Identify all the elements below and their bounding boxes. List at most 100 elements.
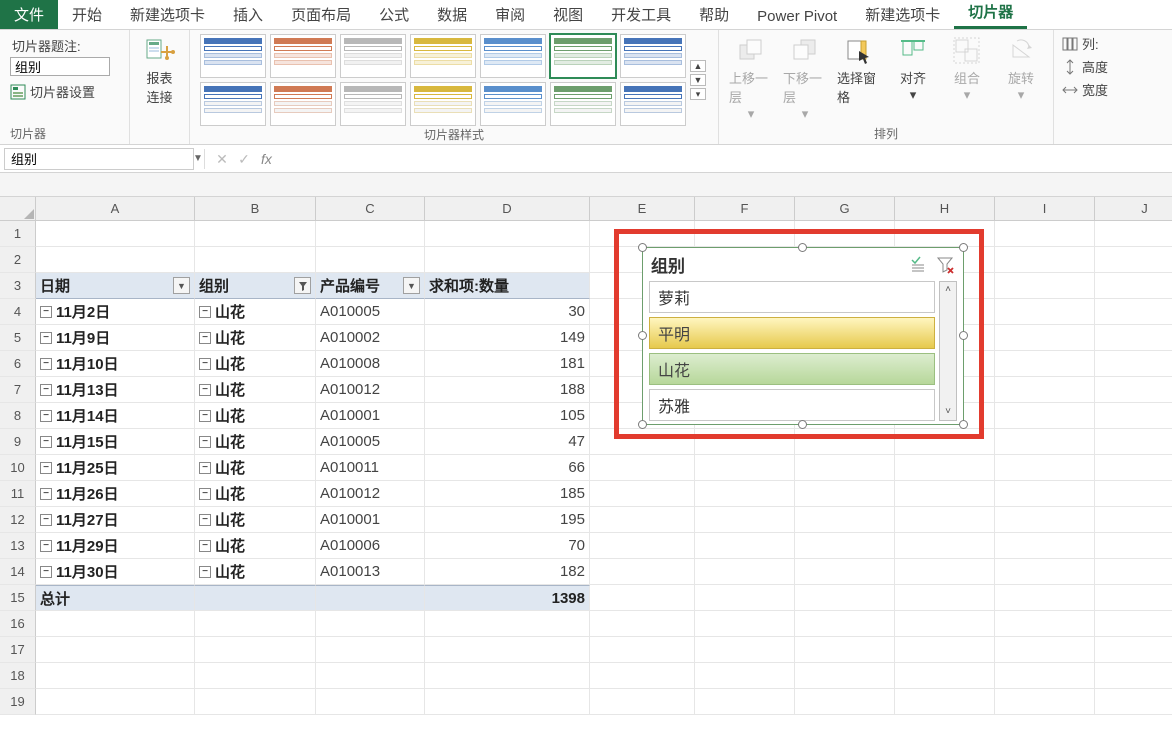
cell[interactable]: 组别 bbox=[195, 273, 316, 299]
resize-handle[interactable] bbox=[638, 243, 647, 252]
send-backward-button[interactable]: 下移一层▾ bbox=[783, 34, 827, 122]
cell[interactable] bbox=[995, 637, 1095, 663]
cell[interactable] bbox=[1095, 351, 1172, 377]
cell[interactable] bbox=[695, 455, 795, 481]
row-header[interactable]: 12 bbox=[0, 507, 36, 533]
cell[interactable] bbox=[36, 663, 195, 689]
slicer-style-thumb[interactable] bbox=[620, 82, 686, 126]
cell[interactable]: −山花 bbox=[195, 325, 316, 351]
resize-handle[interactable] bbox=[959, 420, 968, 429]
cell[interactable] bbox=[895, 611, 995, 637]
report-connections-button[interactable]: 报表 连接 bbox=[138, 34, 182, 106]
cell[interactable] bbox=[36, 637, 195, 663]
style-gallery-down[interactable]: ▼ bbox=[690, 74, 706, 86]
slicer-style-thumb[interactable] bbox=[200, 82, 266, 126]
cell[interactable] bbox=[895, 559, 995, 585]
cell[interactable] bbox=[795, 663, 895, 689]
cell[interactable] bbox=[995, 585, 1095, 611]
cell[interactable] bbox=[1095, 325, 1172, 351]
cell[interactable] bbox=[695, 637, 795, 663]
row-header[interactable]: 2 bbox=[0, 247, 36, 273]
cell[interactable]: 30 bbox=[425, 299, 590, 325]
cell[interactable] bbox=[425, 611, 590, 637]
cell[interactable] bbox=[895, 637, 995, 663]
cell[interactable] bbox=[995, 429, 1095, 455]
cell[interactable] bbox=[1095, 533, 1172, 559]
slicer-title-bar[interactable]: 组别 bbox=[643, 248, 963, 281]
row-header[interactable]: 14 bbox=[0, 559, 36, 585]
cell[interactable]: −山花 bbox=[195, 351, 316, 377]
cell[interactable] bbox=[795, 637, 895, 663]
cell[interactable] bbox=[590, 637, 695, 663]
cell[interactable]: −11月29日 bbox=[36, 533, 195, 559]
resize-handle[interactable] bbox=[959, 331, 968, 340]
cell[interactable] bbox=[316, 611, 425, 637]
cell[interactable]: −11月9日 bbox=[36, 325, 195, 351]
cell[interactable] bbox=[795, 507, 895, 533]
cell[interactable] bbox=[1095, 273, 1172, 299]
slicer-style-thumb[interactable] bbox=[410, 34, 476, 78]
cell[interactable] bbox=[425, 663, 590, 689]
rotate-button[interactable]: 旋转▾ bbox=[999, 34, 1043, 103]
row-header[interactable]: 3 bbox=[0, 273, 36, 299]
cell[interactable]: 1398 bbox=[425, 585, 590, 611]
cell[interactable] bbox=[895, 507, 995, 533]
ribbon-tab-11[interactable]: Power Pivot bbox=[743, 4, 851, 29]
align-button[interactable]: 对齐▾ bbox=[891, 34, 935, 103]
cell[interactable] bbox=[795, 611, 895, 637]
resize-handle[interactable] bbox=[959, 243, 968, 252]
slicer-style-thumb[interactable] bbox=[340, 34, 406, 78]
cell[interactable]: −山花 bbox=[195, 299, 316, 325]
column-header[interactable]: J bbox=[1095, 197, 1172, 221]
ribbon-tab-3[interactable]: 插入 bbox=[219, 0, 277, 29]
name-box[interactable]: ▼ bbox=[4, 148, 194, 170]
slicer-item[interactable]: 萝莉 bbox=[649, 281, 935, 313]
cell[interactable] bbox=[425, 637, 590, 663]
slicer-item[interactable]: 平明 bbox=[649, 317, 935, 349]
cell[interactable] bbox=[590, 455, 695, 481]
cell[interactable] bbox=[795, 559, 895, 585]
cell[interactable]: 产品编号▼ bbox=[316, 273, 425, 299]
cell[interactable] bbox=[1095, 689, 1172, 715]
cell[interactable] bbox=[995, 559, 1095, 585]
cell[interactable] bbox=[995, 689, 1095, 715]
cell[interactable]: A010012 bbox=[316, 377, 425, 403]
cell[interactable] bbox=[316, 689, 425, 715]
slicer-style-thumb[interactable] bbox=[480, 82, 546, 126]
cell[interactable]: 149 bbox=[425, 325, 590, 351]
cell[interactable] bbox=[590, 611, 695, 637]
row-header[interactable]: 6 bbox=[0, 351, 36, 377]
cell[interactable]: A010012 bbox=[316, 481, 425, 507]
cell[interactable]: A010001 bbox=[316, 403, 425, 429]
slicer-style-thumb[interactable] bbox=[550, 34, 616, 78]
cell[interactable] bbox=[995, 663, 1095, 689]
row-header[interactable]: 4 bbox=[0, 299, 36, 325]
slicer-style-thumb[interactable] bbox=[270, 34, 336, 78]
cell[interactable] bbox=[316, 585, 425, 611]
cell[interactable] bbox=[995, 325, 1095, 351]
cell[interactable]: −山花 bbox=[195, 533, 316, 559]
multi-select-icon[interactable] bbox=[909, 255, 929, 275]
cell[interactable]: −11月27日 bbox=[36, 507, 195, 533]
cell[interactable]: −山花 bbox=[195, 403, 316, 429]
cell[interactable] bbox=[1095, 507, 1172, 533]
cell[interactable] bbox=[695, 559, 795, 585]
cell[interactable]: 182 bbox=[425, 559, 590, 585]
cell[interactable] bbox=[995, 507, 1095, 533]
cell[interactable] bbox=[590, 559, 695, 585]
cell[interactable] bbox=[1095, 299, 1172, 325]
cell[interactable] bbox=[590, 663, 695, 689]
ribbon-tab-0[interactable]: 文件 bbox=[0, 0, 58, 29]
enter-formula-button[interactable]: ✓ bbox=[233, 148, 255, 170]
name-box-input[interactable] bbox=[5, 151, 193, 166]
cell[interactable] bbox=[425, 247, 590, 273]
column-header[interactable]: C bbox=[316, 197, 425, 221]
ribbon-tab-9[interactable]: 开发工具 bbox=[597, 0, 685, 29]
ribbon-tab-6[interactable]: 数据 bbox=[423, 0, 481, 29]
slicer-style-thumb[interactable] bbox=[340, 82, 406, 126]
cell[interactable]: 188 bbox=[425, 377, 590, 403]
cell[interactable]: A010002 bbox=[316, 325, 425, 351]
cell[interactable] bbox=[695, 689, 795, 715]
cancel-formula-button[interactable]: ✕ bbox=[211, 148, 233, 170]
cell[interactable] bbox=[995, 377, 1095, 403]
